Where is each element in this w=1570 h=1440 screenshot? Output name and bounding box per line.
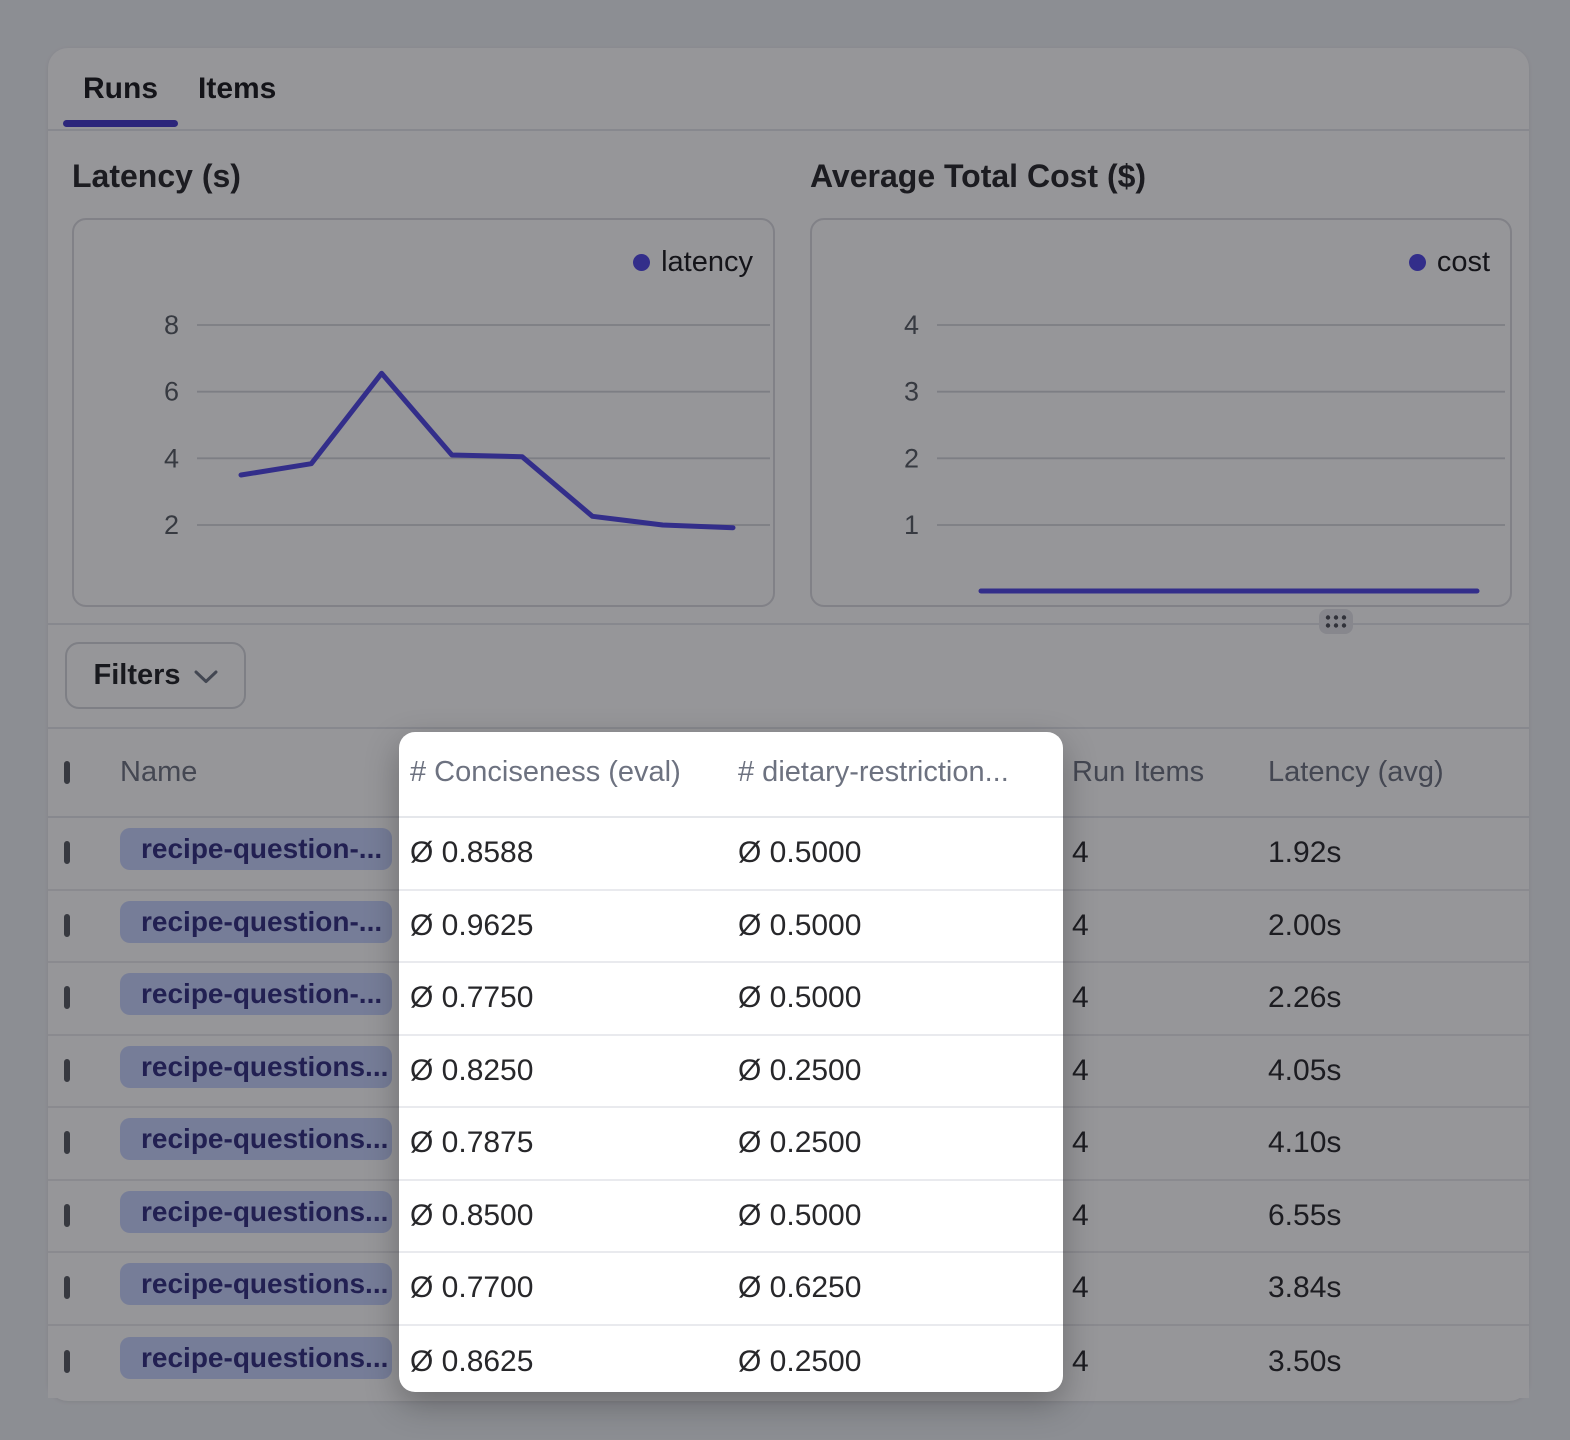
run-name-badge[interactable]: recipe-questions... [120, 1263, 392, 1305]
cost-legend-dot [1409, 254, 1426, 271]
row-checkbox[interactable] [64, 1059, 70, 1082]
latency-avg-cell: 6.55s [1268, 1199, 1529, 1233]
page-background: { "tabs": [ {"label": "Runs", "active": … [0, 0, 1570, 1440]
table-row: recipe-questions... Ø 0.7875Ø 0.250044.10… [48, 1108, 1529, 1181]
row-checkbox[interactable] [64, 914, 70, 937]
run-name-badge[interactable]: recipe-questions... [120, 1191, 392, 1233]
run-name-badge[interactable]: recipe-question-... [120, 828, 392, 870]
latency-avg-cell: 4.05s [1268, 1054, 1529, 1088]
conciseness-score-cell: Ø 0.8500 [410, 1199, 738, 1233]
run-items-cell: 4 [1072, 1199, 1268, 1233]
active-tab-underline [63, 120, 178, 127]
latency-chart-panel: 2 4 6 8 latency [72, 218, 775, 607]
filters-button-label: Filters [93, 659, 180, 692]
latency-legend-label: latency [661, 246, 753, 279]
chevron-down-icon [194, 670, 218, 684]
column-header-latency-avg[interactable]: Latency (avg) [1268, 756, 1529, 789]
tab-runs[interactable]: Runs [63, 48, 178, 129]
svg-text:6: 6 [164, 377, 179, 407]
latency-avg-cell: 2.00s [1268, 909, 1529, 943]
table-row: recipe-question-... Ø 0.9625Ø 0.500042.00… [48, 891, 1529, 964]
svg-text:8: 8 [164, 310, 179, 340]
cost-chart-panel: 1 2 3 4 cost [810, 218, 1512, 607]
row-checkbox[interactable] [64, 1204, 70, 1227]
run-name-badge[interactable]: recipe-question-... [120, 901, 392, 943]
grip-dots-icon [1325, 614, 1347, 629]
conciseness-score-cell: Ø 0.7750 [410, 981, 738, 1015]
dietary-restriction-score-cell: Ø 0.5000 [738, 981, 1072, 1015]
dietary-restriction-score-cell: Ø 0.2500 [738, 1345, 1072, 1379]
row-checkbox[interactable] [64, 841, 70, 864]
charts-section-divider [48, 623, 1529, 625]
svg-text:3: 3 [904, 377, 919, 407]
dietary-restriction-score-cell: Ø 0.6250 [738, 1271, 1072, 1305]
run-name-badge[interactable]: recipe-questions... [120, 1118, 392, 1160]
table-body: recipe-question-...Ø 0.8588Ø 0.500041.92… [48, 818, 1529, 1398]
conciseness-score-cell: Ø 0.7875 [410, 1126, 738, 1160]
conciseness-score-cell: Ø 0.8588 [410, 836, 738, 870]
latency-avg-cell: 3.50s [1268, 1345, 1529, 1379]
latency-chart-legend: latency [633, 246, 753, 279]
conciseness-score-cell: Ø 0.8250 [410, 1054, 738, 1088]
latency-avg-cell: 2.26s [1268, 981, 1529, 1015]
table-row: recipe-questions... Ø 0.8500Ø 0.500046.55… [48, 1181, 1529, 1254]
latency-chart-title: Latency (s) [72, 158, 241, 195]
tab-bar: Runs Items [63, 48, 296, 129]
run-items-cell: 4 [1072, 909, 1268, 943]
dietary-restriction-score-cell: Ø 0.5000 [738, 909, 1072, 943]
table-row: recipe-question-... Ø 0.8588Ø 0.500041.92… [48, 818, 1529, 891]
conciseness-score-cell: Ø 0.8625 [410, 1345, 738, 1379]
svg-text:2: 2 [904, 443, 919, 473]
latency-avg-cell: 4.10s [1268, 1126, 1529, 1160]
latency-avg-cell: 3.84s [1268, 1271, 1529, 1305]
dietary-restriction-score-cell: Ø 0.5000 [738, 836, 1072, 870]
run-name-badge[interactable]: recipe-questions... [120, 1046, 392, 1088]
run-items-cell: 4 [1072, 1345, 1268, 1379]
tab-runs-label: Runs [83, 72, 158, 106]
run-items-cell: 4 [1072, 1126, 1268, 1160]
column-header-name[interactable]: Name [120, 756, 410, 789]
run-items-cell: 4 [1072, 981, 1268, 1015]
table-header: Name # Conciseness (eval) # dietary-rest… [48, 727, 1529, 818]
row-checkbox[interactable] [64, 1276, 70, 1299]
run-name-badge[interactable]: recipe-questions... [120, 1337, 392, 1379]
svg-text:2: 2 [164, 510, 179, 540]
tab-bar-divider [48, 129, 1529, 131]
column-header-conciseness[interactable]: # Conciseness (eval) [410, 756, 738, 789]
table-row: recipe-questions... Ø 0.8625Ø 0.250043.50… [48, 1326, 1529, 1399]
cost-line-chart: 1 2 3 4 [810, 218, 1512, 607]
conciseness-score-cell: Ø 0.7700 [410, 1271, 738, 1305]
row-checkbox[interactable] [64, 986, 70, 1009]
dietary-restriction-score-cell: Ø 0.2500 [738, 1126, 1072, 1160]
filters-button[interactable]: Filters [65, 642, 246, 709]
conciseness-score-cell: Ø 0.9625 [410, 909, 738, 943]
cost-chart-title: Average Total Cost ($) [810, 158, 1146, 195]
column-header-run-items[interactable]: Run Items [1072, 756, 1268, 789]
table-row: recipe-questions... Ø 0.7700Ø 0.625043.84… [48, 1253, 1529, 1326]
latency-avg-cell: 1.92s [1268, 836, 1529, 870]
dietary-restriction-score-cell: Ø 0.2500 [738, 1054, 1072, 1088]
cost-chart-legend: cost [1409, 246, 1490, 279]
svg-text:4: 4 [164, 443, 179, 473]
tab-items[interactable]: Items [178, 48, 296, 129]
dietary-restriction-score-cell: Ø 0.5000 [738, 1199, 1072, 1233]
run-items-cell: 4 [1072, 1271, 1268, 1305]
row-checkbox[interactable] [64, 1350, 70, 1373]
drag-handle[interactable] [1319, 609, 1353, 634]
table-row: recipe-question-... Ø 0.7750Ø 0.500042.26… [48, 963, 1529, 1036]
latency-legend-dot [633, 254, 650, 271]
run-items-cell: 4 [1072, 836, 1268, 870]
svg-text:4: 4 [904, 310, 919, 340]
svg-text:1: 1 [904, 510, 919, 540]
column-header-dietary-restriction[interactable]: # dietary-restriction... [738, 756, 1072, 789]
runs-table: Name # Conciseness (eval) # dietary-rest… [48, 727, 1529, 1398]
row-checkbox[interactable] [64, 1131, 70, 1154]
select-all-checkbox[interactable] [64, 761, 70, 784]
cost-legend-label: cost [1437, 246, 1490, 279]
run-name-badge[interactable]: recipe-question-... [120, 973, 392, 1015]
table-row: recipe-questions... Ø 0.8250Ø 0.250044.05… [48, 1036, 1529, 1109]
run-items-cell: 4 [1072, 1054, 1268, 1088]
runs-dashboard-card: Runs Items Latency (s) Average Total Cos… [48, 48, 1529, 1401]
tab-items-label: Items [198, 72, 276, 106]
